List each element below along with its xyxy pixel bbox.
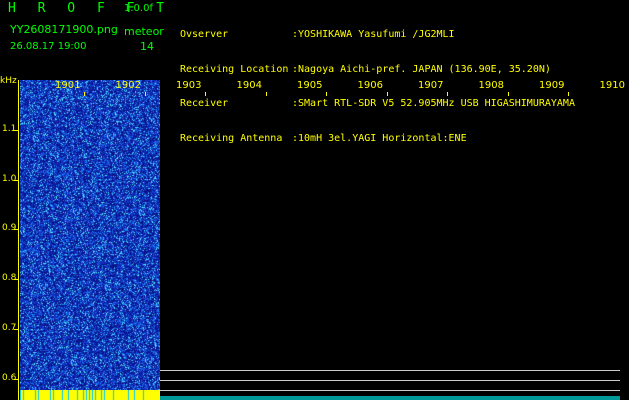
meteor-count: 14 bbox=[140, 40, 154, 53]
x-tick-label: 1902 bbox=[115, 80, 141, 91]
x-tick-label: 1905 bbox=[297, 80, 323, 91]
info-key: Receiving Location bbox=[180, 63, 289, 75]
info-value: :SMart RTL-SDR V5 52.905MHz USB HIGASHIM… bbox=[292, 98, 575, 109]
x-tick-mark bbox=[205, 92, 206, 96]
x-tick-mark bbox=[265, 92, 267, 96]
x-tick-label: 1907 bbox=[418, 80, 444, 91]
x-tick-mark bbox=[84, 92, 85, 96]
file-name: YY2608171900.png bbox=[10, 23, 118, 36]
x-tick-label: 1904 bbox=[236, 80, 262, 91]
y-tick-mark bbox=[14, 279, 19, 280]
y-tick-label: 1.1 bbox=[2, 124, 17, 134]
y-tick-label: 0.9 bbox=[2, 223, 17, 233]
timestamp: 26.08.17 19:00 bbox=[10, 41, 87, 52]
y-axis-label: kHz bbox=[0, 76, 17, 86]
timeline-strip bbox=[160, 396, 620, 400]
detection-bar bbox=[20, 390, 160, 400]
y-tick-label: 0.7 bbox=[2, 323, 17, 333]
y-tick-mark bbox=[14, 130, 19, 131]
info-row-observer: Ovserver :YOSHIKAWA Yasufumi /JG2MLI bbox=[180, 29, 575, 41]
x-tick-mark bbox=[507, 92, 509, 96]
info-row-receiver: Receiver :SMart RTL-SDR V5 52.905MHz USB … bbox=[180, 98, 575, 110]
y-axis-line bbox=[18, 80, 19, 400]
mode-label: meteor bbox=[124, 25, 164, 38]
y-tick-mark bbox=[14, 329, 19, 330]
x-tick-label: 1903 bbox=[176, 80, 202, 91]
x-tick-mark bbox=[447, 92, 448, 96]
spectrogram bbox=[20, 80, 160, 400]
y-tick-mark bbox=[14, 229, 19, 230]
y-tick-label: 0.8 bbox=[2, 273, 17, 283]
y-tick-label: 1.0 bbox=[2, 174, 17, 184]
y-tick-mark bbox=[14, 379, 19, 380]
y-tick-label: 0.6 bbox=[2, 373, 17, 383]
info-row-location: Receiving Location:Nagoya Aichi-pref. JA… bbox=[180, 64, 575, 76]
info-key: Receiving Antenna bbox=[180, 132, 283, 144]
app-version: 1.0.0f bbox=[124, 3, 153, 14]
info-value: :YOSHIKAWA Yasufumi /JG2MLI bbox=[292, 29, 455, 40]
x-tick-mark bbox=[386, 92, 388, 96]
x-tick-label: 1910 bbox=[599, 80, 625, 91]
x-tick-mark bbox=[568, 92, 569, 96]
info-value: :Nagoya Aichi-pref. JAPAN (136.90E, 35.2… bbox=[292, 63, 551, 75]
x-tick-mark bbox=[144, 92, 146, 96]
x-tick-label: 1901 bbox=[55, 80, 81, 91]
x-tick-label: 1906 bbox=[357, 80, 383, 91]
info-key: Receiver bbox=[180, 98, 229, 109]
x-tick-mark bbox=[326, 92, 327, 96]
info-key: Ovserver bbox=[180, 29, 229, 40]
info-value: :10mH 3el.YAGI Horizontal:ENE bbox=[292, 132, 467, 144]
reference-line bbox=[160, 380, 620, 381]
reference-line bbox=[160, 390, 620, 391]
y-tick-mark bbox=[14, 180, 19, 181]
x-tick-label: 1909 bbox=[539, 80, 565, 91]
reference-line bbox=[160, 370, 620, 371]
x-tick-label: 1908 bbox=[478, 80, 504, 91]
info-row-antenna: Receiving Antenna :10mH 3el.YAGI Horizont… bbox=[180, 133, 575, 145]
